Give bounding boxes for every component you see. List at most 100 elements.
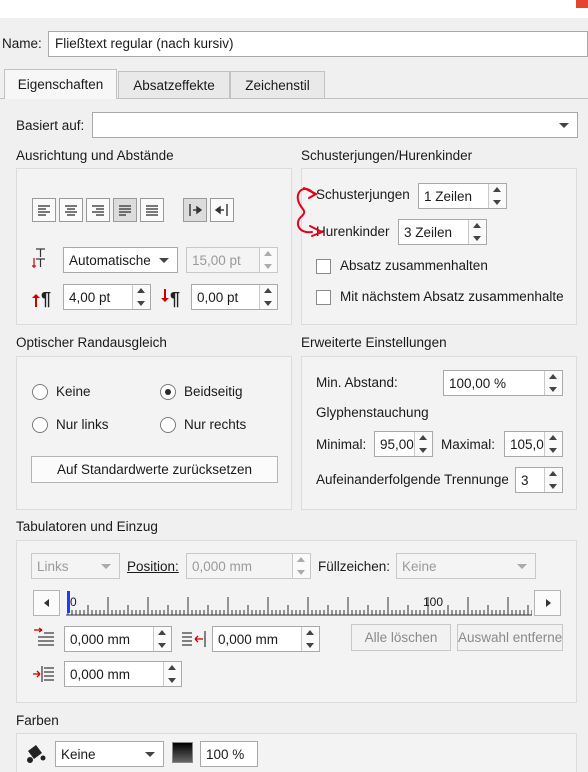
tab-eigenschaften[interactable]: Eigenschaften — [4, 69, 117, 99]
maximal-spinbox[interactable]: 105,0 — [504, 431, 563, 457]
align-center-button[interactable] — [59, 198, 83, 222]
ruler-label-mid: 100 — [423, 595, 444, 609]
optical-right-radio[interactable] — [160, 417, 176, 433]
optical-both-label: Beidseitig — [184, 384, 243, 399]
shade-combo[interactable]: 100 % — [200, 741, 258, 767]
min-spacing-spinbox[interactable]: 100,00 % — [443, 370, 563, 396]
orphans-spinbox[interactable]: 1 Zeilen — [418, 183, 507, 209]
ruler-scroll-left-button[interactable] — [33, 590, 60, 616]
minimal-spinbox[interactable]: 95,00 — [374, 431, 433, 457]
right-indent-spinbox[interactable]: 0,000 mm — [212, 626, 320, 652]
space-before-spinbox[interactable]: 4,00 pt — [63, 284, 151, 310]
align-right-icon — [92, 205, 104, 216]
align-force-justify-icon — [146, 205, 158, 216]
tabs-section-title: Tabulatoren und Einzug — [16, 519, 158, 534]
tab-align-value: Links — [37, 558, 69, 574]
shade-gradient-icon — [172, 742, 193, 763]
space-before-icon: ¶ — [31, 284, 53, 310]
hyphen-limit-spinbox[interactable]: 3 — [515, 467, 563, 493]
align-force-justify-button[interactable] — [140, 198, 164, 222]
spin-arrows-icon[interactable] — [153, 627, 171, 651]
optical-both-radio[interactable] — [160, 384, 176, 400]
window-title-bar — [0, 0, 588, 18]
spin-arrows-icon[interactable] — [468, 220, 486, 244]
direction-ltr-button[interactable] — [183, 198, 207, 222]
chevron-down-icon — [559, 123, 569, 128]
line-spacing-value: 15,00 pt — [192, 252, 241, 268]
right-indent-icon — [180, 626, 208, 650]
left-indent-icon — [32, 661, 58, 685]
maximal-label: Maximal: — [441, 437, 496, 452]
spin-arrows-icon[interactable] — [544, 468, 562, 492]
align-right-button[interactable] — [86, 198, 110, 222]
fill-color-value: Keine — [61, 746, 96, 762]
orphans-label: Schusterjungen — [316, 187, 410, 202]
optical-left-radio[interactable] — [32, 417, 48, 433]
space-after-spinbox[interactable]: 0,00 pt — [191, 284, 278, 310]
left-indent-spinbox[interactable]: 0,000 mm — [64, 661, 182, 687]
first-line-indent-icon — [32, 626, 58, 650]
space-after-value: 0,00 pt — [197, 289, 239, 305]
tab-absatzeffekte[interactable]: Absatzeffekte — [118, 71, 230, 98]
first-line-indent-spinbox[interactable]: 0,000 mm — [64, 626, 172, 652]
spin-arrows-icon[interactable] — [163, 662, 181, 686]
svg-text:¶: ¶ — [170, 289, 180, 309]
line-spacing-value-spinbox[interactable]: 15,00 pt — [186, 247, 278, 273]
chevron-left-icon — [43, 599, 49, 607]
based-on-select[interactable] — [92, 112, 578, 138]
align-center-icon — [65, 205, 77, 216]
chevron-down-icon — [517, 564, 527, 569]
ruler-scale — [66, 591, 533, 616]
widows-value: 3 Zeilen — [404, 224, 453, 240]
spin-arrows-icon[interactable] — [544, 371, 562, 395]
spin-arrows-icon[interactable] — [544, 432, 562, 456]
tab-zeichenstil[interactable]: Zeichenstil — [230, 71, 325, 98]
min-spacing-value: 100,00 % — [449, 375, 507, 391]
orphans-value: 1 Zeilen — [424, 188, 473, 204]
ruler-scroll-right-button[interactable] — [534, 590, 561, 616]
align-justify-icon — [119, 205, 131, 216]
spin-arrows-icon[interactable] — [301, 627, 319, 651]
optical-left-label: Nur links — [56, 417, 109, 432]
close-icon[interactable] — [576, 0, 588, 8]
tab-ruler[interactable]: 0 100 — [66, 589, 533, 617]
optical-right-label: Nur rechts — [184, 417, 247, 432]
keep-with-next-checkbox[interactable] — [316, 290, 331, 305]
spin-arrows-icon[interactable] — [292, 554, 310, 578]
tab-position-spinbox[interactable]: 0,000 mm — [186, 553, 311, 579]
widows-spinbox[interactable]: 3 Zeilen — [398, 219, 487, 245]
delete-selection-button[interactable]: Auswahl entferner — [457, 624, 563, 651]
min-spacing-label: Min. Abstand: — [316, 375, 398, 390]
optical-none-label: Keine — [56, 384, 91, 399]
line-spacing-mode-select[interactable]: Automatische — [63, 247, 178, 273]
align-left-button[interactable] — [32, 198, 56, 222]
based-on-label: Basiert auf: — [16, 118, 85, 133]
spin-arrows-icon[interactable] — [259, 285, 277, 309]
spin-arrows-icon[interactable] — [414, 432, 432, 456]
fill-char-value: Keine — [402, 558, 437, 574]
line-spacing-icon — [31, 246, 53, 272]
optical-none-radio[interactable] — [32, 384, 48, 400]
red-annotation-bracket — [296, 187, 325, 237]
align-justify-button[interactable] — [113, 198, 137, 222]
style-name-input[interactable]: Fließtext regular (nach kursiv) — [48, 31, 588, 57]
tab-align-select[interactable]: Links — [31, 553, 120, 579]
direction-rtl-button[interactable] — [210, 198, 234, 222]
fill-color-select[interactable]: Keine — [55, 741, 164, 767]
spin-arrows-icon[interactable] — [488, 184, 506, 208]
fill-char-select[interactable]: Keine — [396, 553, 536, 579]
reset-defaults-button[interactable]: Auf Standardwerte zurücksetzen — [31, 456, 278, 483]
space-before-value: 4,00 pt — [69, 289, 111, 305]
colors-section-title: Farben — [16, 713, 59, 728]
text-direction-ltr-icon — [189, 204, 203, 216]
name-label: Name: — [2, 36, 42, 51]
optical-group — [16, 356, 292, 510]
keep-together-checkbox[interactable] — [316, 259, 331, 274]
optical-section-title: Optischer Randausgleich — [16, 335, 167, 350]
spin-arrows-icon[interactable] — [259, 248, 277, 272]
keep-with-next-label: Mit nächstem Absatz zusammenhalte — [340, 289, 564, 304]
align-left-icon — [38, 205, 50, 216]
first-line-indent-value: 0,000 mm — [70, 631, 131, 647]
spin-arrows-icon[interactable] — [132, 285, 150, 309]
delete-all-tabs-button[interactable]: Alle löschen — [351, 624, 451, 651]
